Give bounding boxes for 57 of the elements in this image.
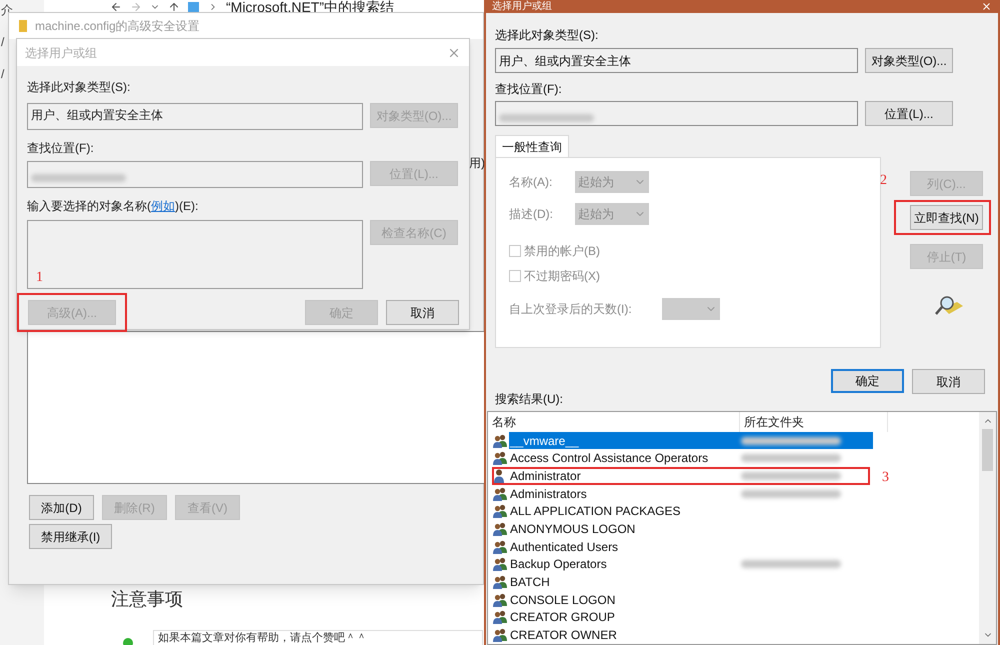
dialog-button[interactable]: 取消	[912, 369, 985, 394]
dialog-button[interactable]: 确定	[831, 369, 904, 393]
result-row[interactable]: CREATOR GROUP	[509, 608, 873, 626]
object-type-field[interactable]: 用户、组或内置安全主体	[495, 48, 858, 73]
result-row[interactable]: Administrator	[509, 467, 873, 484]
location-field[interactable]	[495, 101, 858, 126]
dialog-button[interactable]: 禁用继承(I)	[29, 524, 112, 549]
result-row[interactable]: CREATOR OWNER	[509, 626, 873, 644]
dialog-button[interactable]: 位置(L)...	[865, 101, 953, 126]
query-tab[interactable]: 一般性查询	[495, 135, 569, 157]
field-label: 输入要选择的对象名称(例如)(E):	[27, 198, 200, 215]
up-icon[interactable]	[168, 1, 180, 13]
field-label: 查找位置(F):	[27, 140, 95, 157]
location-field[interactable]	[27, 161, 363, 188]
checkbox[interactable]	[509, 270, 521, 282]
dialog-button[interactable]: 添加(D)	[29, 495, 94, 520]
checkbox[interactable]	[509, 245, 521, 257]
result-row[interactable]: Access Control Assistance Operators	[509, 450, 873, 467]
annotation-number: 3	[882, 470, 889, 486]
field-label: 描述(D):	[509, 206, 554, 223]
sidebar-text: /	[1, 66, 6, 83]
result-row[interactable]: Administrators	[509, 485, 873, 502]
section-heading: 注意事项	[111, 588, 183, 611]
result-row[interactable]: ANONYMOUS LOGON	[509, 520, 873, 538]
back-icon[interactable]	[110, 1, 122, 13]
field-label: 选择此对象类型(S):	[27, 79, 132, 96]
field-label: 查找位置(F):	[495, 81, 563, 98]
scrollbar[interactable]	[979, 412, 996, 644]
field-label: 选择此对象类型(S):	[495, 27, 600, 44]
checkbox-label: 禁用的帐户(B)	[524, 243, 600, 260]
field-label: 自上次登录后的天数(I):	[509, 301, 633, 318]
folder-icon	[19, 20, 27, 32]
folder-icon	[188, 1, 200, 13]
scroll-thumb[interactable]	[982, 429, 993, 471]
result-row[interactable]: Authenticated Users	[509, 538, 873, 556]
field-label: 搜索结果(U):	[495, 391, 564, 408]
dialog-title: 选择用户或组	[492, 2, 552, 12]
close-icon[interactable]	[981, 1, 992, 12]
example-link[interactable]: 例如	[151, 199, 175, 213]
result-row[interactable]: Backup Operators	[509, 556, 873, 573]
tip-box: 如果本篇文章对你有帮助，请点个赞吧＾＾	[153, 630, 483, 645]
annotation-number: 2	[880, 173, 887, 188]
dialog-button[interactable]: 取消	[386, 300, 459, 325]
result-row[interactable]: BATCH	[509, 574, 873, 590]
field-label: 名称(A):	[509, 174, 554, 191]
annotation-number: 1	[36, 270, 43, 285]
result-row[interactable]: ALL APPLICATION PACKAGES	[509, 502, 873, 520]
result-row[interactable]: CONSOLE LOGON	[509, 591, 873, 608]
result-row[interactable]: __vmware__	[509, 432, 873, 449]
dialog-button[interactable]: 立即查找(N)	[910, 205, 983, 230]
checkbox-label: 不过期密码(X)	[524, 268, 600, 285]
object-type-field[interactable]: 用户、组或内置安全主体	[27, 103, 363, 130]
window-title: machine.config的高级安全设置	[35, 18, 200, 35]
forward-icon[interactable]	[130, 1, 142, 13]
dialog-title: 选择用户或组	[25, 44, 97, 62]
sidebar-text: /	[1, 34, 6, 51]
dialog-button[interactable]: 对象类型(O)...	[865, 48, 953, 73]
